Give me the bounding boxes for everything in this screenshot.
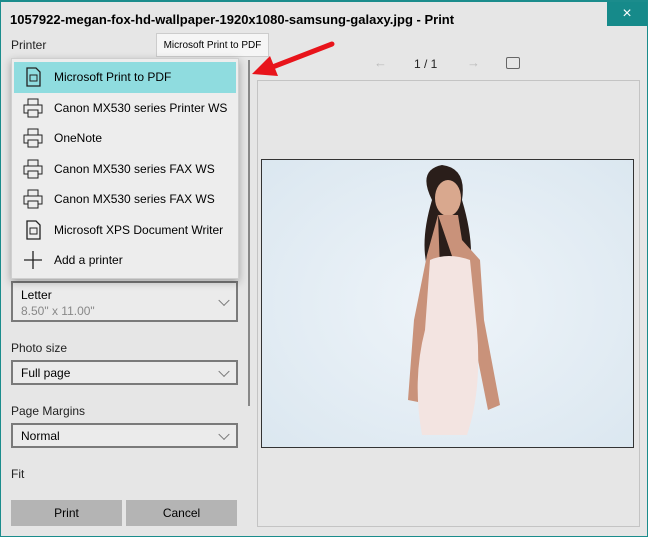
printer-option-onenote[interactable]: OneNote [14,123,236,154]
option-label: OneNote [54,131,103,146]
plus-icon [22,249,44,271]
photo-size-value: Full page [21,365,71,380]
printer-option-microsoft-xps-document-writer[interactable]: Microsoft XPS Document Writer [14,215,236,246]
option-label: Canon MX530 series Printer WS [54,100,228,115]
previous-page-button[interactable]: ← [374,55,387,70]
option-label: Microsoft Print to PDF [54,70,172,85]
page-margins-select[interactable]: Normal [11,423,238,448]
option-label: Canon MX530 series FAX WS [54,161,215,176]
paper-dimensions: 8.50" x 11.00" [21,304,95,318]
woman-portrait-image [408,165,500,435]
document-printer-icon [22,219,44,241]
page-indicator: 1 / 1 [414,57,438,71]
printer-icon [22,127,44,149]
cancel-button[interactable]: Cancel [126,500,237,526]
printer-option-canon-mx530-printer-ws[interactable]: Canon MX530 series Printer WS [14,93,236,124]
printer-icon [22,97,44,119]
fit-label: Fit [11,467,25,481]
pdf-printer-icon [22,66,44,88]
printer-icon [22,158,44,180]
option-label: Canon MX530 series FAX WS [54,192,215,207]
photo-size-label: Photo size [11,341,68,355]
page-margins-label: Page Margins [11,404,86,418]
close-button[interactable]: × [607,2,647,26]
window-title: 1057922-megan-fox-hd-wallpaper-1920x1080… [10,12,455,27]
option-label: Microsoft XPS Document Writer [54,222,224,237]
printer-label: Printer [11,38,47,52]
paper-name: Letter [21,288,52,302]
photo-size-select[interactable]: Full page [11,360,238,385]
preview-photo [261,159,634,448]
printer-option-canon-mx530-fax-ws[interactable]: Canon MX530 series FAX WS [14,154,236,185]
printer-dropdown-menu: Microsoft Print to PDF Canon MX530 serie… [11,58,239,279]
printer-option-microsoft-print-to-pdf[interactable]: Microsoft Print to PDF [14,62,236,93]
chevron-down-icon [218,428,230,440]
settings-scrollbar[interactable] [248,60,250,406]
print-button[interactable]: Print [11,500,122,526]
printer-icon [22,188,44,210]
fit-to-window-icon[interactable] [506,57,520,69]
option-label: Add a printer [54,253,123,268]
add-printer-option[interactable]: Add a printer [14,245,236,276]
chevron-down-icon [218,365,230,377]
next-page-button[interactable]: → [467,55,480,70]
paper-size-select[interactable]: Letter 8.50" x 11.00" [11,281,238,322]
red-arrow-annotation [252,41,335,76]
printer-option-canon-mx530-fax-ws-2[interactable]: Canon MX530 series FAX WS [14,184,236,215]
page-margins-value: Normal [21,428,60,443]
